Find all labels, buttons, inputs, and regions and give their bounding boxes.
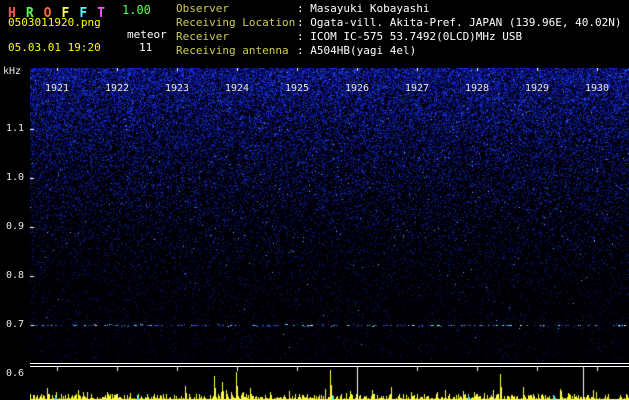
y-tick-1-1: 1.1: [6, 123, 25, 134]
x-tick-1923: 1923: [164, 83, 190, 94]
x-tick-1925: 1925: [284, 83, 310, 94]
y-tick-0-6: 0.6: [6, 368, 25, 379]
x-tick-1927: 1927: [404, 83, 430, 94]
divider-line-upper: [30, 363, 629, 364]
info-row-antenna: Receiving antenna : A504HB(yagi 4el): [176, 44, 622, 58]
datetime-label: 05.03.01 19:20: [8, 41, 101, 54]
info-value-antenna: : A504HB(yagi 4el): [297, 44, 417, 57]
info-value-location: : Ogata-vill. Akita-Pref. JAPAN (139.96E…: [297, 16, 622, 29]
y-tick-1-0: 1.0: [6, 172, 25, 183]
info-row-receiver: Receiver : ICOM IC-575 53.7492(0LCD)MHz U…: [176, 30, 622, 44]
info-label-receiver: Receiver: [176, 30, 229, 43]
mode-label: meteor: [127, 28, 167, 41]
hrofft-output-window: HROFFT 1.00 0503011920.png meteor 05.03.…: [0, 0, 629, 400]
info-label-antenna: Receiving antenna: [176, 44, 289, 57]
info-label-observer: Observer: [176, 2, 229, 15]
x-tick-1929: 1929: [524, 83, 550, 94]
x-tick-1930: 1930: [584, 83, 610, 94]
x-tick-1924: 1924: [224, 83, 250, 94]
spectrogram-canvas: [30, 68, 629, 363]
info-value-receiver: : ICOM IC-575 53.7492(0LCD)MHz USB: [297, 30, 523, 43]
y-tick-0-8: 0.8: [6, 270, 25, 281]
station-info: Observer : Masayuki Kobayashi Receiving L…: [176, 2, 622, 58]
echo-count: 11: [139, 41, 153, 54]
info-row-observer: Observer : Masayuki Kobayashi: [176, 2, 622, 16]
output-filename: 0503011920.png: [8, 16, 101, 29]
y-tick-0-7: 0.7: [6, 319, 25, 330]
x-tick-1921: 1921: [44, 83, 70, 94]
info-row-location: Receiving Location: Ogata-vill. Akita-Pr…: [176, 16, 622, 30]
info-value-observer: : Masayuki Kobayashi: [297, 2, 430, 15]
signal-canvas: [30, 367, 629, 400]
x-tick-1928: 1928: [464, 83, 490, 94]
info-label-location: Receiving Location: [176, 16, 296, 29]
x-tick-1922: 1922: [104, 83, 130, 94]
x-tick-1926: 1926: [344, 83, 370, 94]
y-tick-0-9: 0.9: [6, 221, 25, 232]
app-version: 1.00: [122, 3, 151, 17]
y-axis-unit: kHz: [3, 66, 22, 77]
